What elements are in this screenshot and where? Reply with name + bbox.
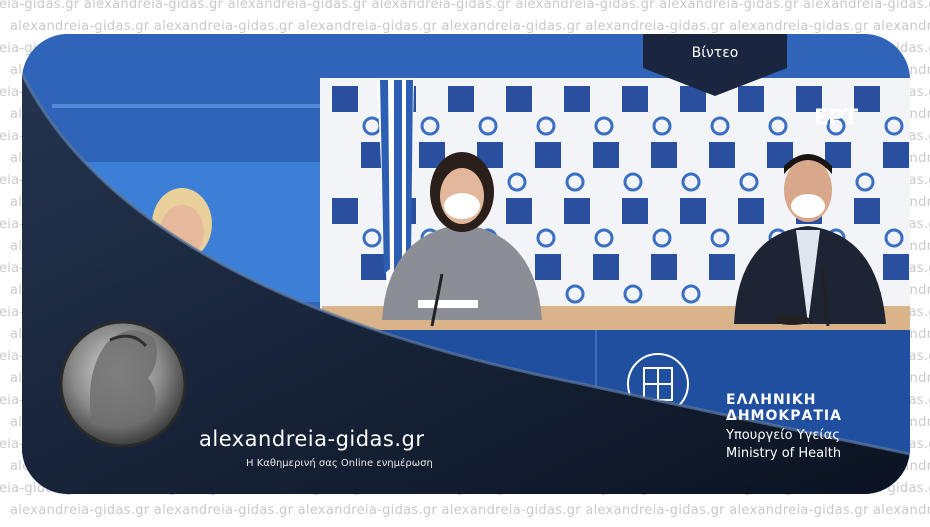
backdrop-logo (622, 198, 648, 224)
video-badge[interactable]: Βίντεο (643, 34, 787, 96)
backdrop-logo (854, 86, 880, 112)
ministry-sign: ΕΛΛΗΝΙΚΗ ΔΗΜΟΚΡΑΤΙΑ Υπουργείο Υγείας Min… (726, 392, 910, 461)
backdrop-logo (651, 142, 677, 168)
backdrop-logo (883, 254, 909, 280)
alexander-coin-icon (59, 320, 187, 448)
backdrop-logo (361, 254, 387, 280)
backdrop-logo (709, 254, 735, 280)
backdrop-logo (593, 142, 619, 168)
backdrop-logo (332, 198, 358, 224)
site-tagline: Η Καθημερινή σας Online ενημέρωση (246, 458, 433, 469)
backdrop-logo (651, 254, 677, 280)
backdrop-logo (738, 198, 764, 224)
ministry-line-1: ΕΛΛΗΝΙΚΗ ΔΗΜΟΚΡΑΤΙΑ (726, 392, 842, 424)
video-badge-label: Βίντεο (691, 45, 739, 61)
watermark-row: alexandreia-gidas.gr alexandreia-gidas.g… (10, 503, 930, 518)
backdrop-logo (883, 142, 909, 168)
site-title: alexandreia-gidas.gr (199, 427, 425, 451)
backdrop-logo (593, 254, 619, 280)
backdrop-logo (332, 86, 358, 112)
backdrop-logo (535, 142, 561, 168)
video-frame[interactable]: ΕΡΤ ΕΛΛΗΝΙΚΗ ΔΗΜΟΚΡΑΤΙΑ Υπουργείο Υγείας… (22, 34, 910, 494)
watermark-row: alexandreia-gidas.gr alexandreia-gidas.g… (0, 0, 930, 12)
backdrop-logo (506, 198, 532, 224)
backdrop-logo (535, 254, 561, 280)
backdrop-logo (448, 86, 474, 112)
backdrop-logo (680, 198, 706, 224)
backdrop-logo (854, 198, 880, 224)
backdrop-logo (564, 86, 590, 112)
ministry-line-3: Ministry of Health (726, 446, 842, 461)
channel-logo: ΕΡΤ (814, 106, 858, 131)
ministry-line-2: Υπουργείο Υγείας (726, 428, 840, 443)
backdrop-logo (709, 142, 735, 168)
backdrop-logo (506, 86, 532, 112)
backdrop-logo (564, 198, 590, 224)
